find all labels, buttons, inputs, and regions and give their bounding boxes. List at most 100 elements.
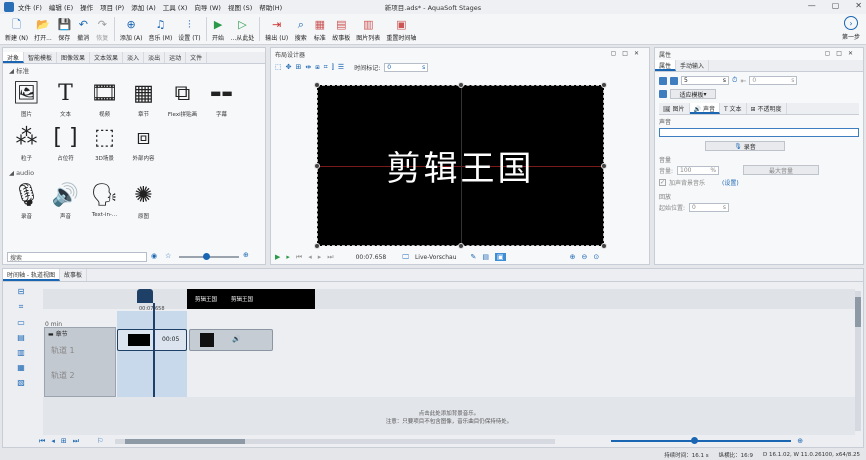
minimize-button[interactable]: —: [808, 1, 816, 10]
zoom-in-icon[interactable]: ⊕: [243, 251, 249, 259]
object-original-image[interactable]: ✺ 原图: [124, 180, 163, 224]
storyboard-button[interactable]: ▤ 故事板: [329, 14, 353, 44]
menu-view[interactable]: 视图 (S): [228, 2, 252, 12]
subtab-sound[interactable]: 🔊 声音: [689, 103, 720, 114]
expand-icon[interactable]: ⌗: [19, 302, 24, 312]
volume-input[interactable]: 100 %: [677, 165, 720, 175]
menu-wizard[interactable]: 向导 (W): [194, 2, 221, 12]
preview-mode[interactable]: Live-Vorschau: [415, 254, 457, 261]
maximize-button[interactable]: ▢: [832, 1, 840, 10]
redo-button[interactable]: ↷ 恢复: [93, 14, 112, 44]
star-icon[interactable]: ☆: [165, 252, 171, 260]
object-recording[interactable]: 🎙 录音: [7, 180, 46, 224]
tab-smart-templates[interactable]: 智能模板: [24, 52, 58, 63]
object-video[interactable]: 🎞 视频: [85, 78, 124, 122]
background-music-settings-link[interactable]: (设置): [722, 178, 739, 187]
zoom-slider[interactable]: [179, 253, 239, 260]
monitor-icon[interactable]: 🖵: [402, 253, 409, 262]
eye-icon[interactable]: ◉: [151, 252, 157, 260]
object-image[interactable]: 🖼 图片: [7, 78, 46, 122]
object-chapter[interactable]: ▦ 章节: [124, 78, 163, 122]
timeline-clip[interactable]: 🔊: [189, 329, 273, 351]
stage-canvas[interactable]: 剪辑王国: [314, 82, 607, 249]
max-volume-button[interactable]: 最大音量: [743, 165, 820, 175]
last-icon[interactable]: ⏭: [73, 437, 79, 446]
track-image-icon[interactable]: ▭: [17, 318, 25, 327]
first-icon[interactable]: ⏮: [39, 437, 45, 446]
resize-handle[interactable]: [314, 243, 320, 249]
image-list-button[interactable]: ▥ 图片列表: [353, 14, 383, 44]
objects-search-input[interactable]: 搜索: [7, 252, 147, 262]
subtab-image[interactable]: 🖼 图片: [659, 103, 690, 114]
object-sound[interactable]: 🔊 声音: [46, 180, 85, 224]
fit-mode-dropdown[interactable]: 适应模板 ▾: [670, 89, 716, 99]
undo-button[interactable]: ↶ 撤消: [74, 14, 93, 44]
object-3d-scene[interactable]: ⬚ 3D场景: [85, 122, 124, 166]
object-text-to-speech[interactable]: 🗣 Text-in-...: [85, 180, 124, 224]
timeline-clip[interactable]: 00:05: [117, 329, 187, 351]
duration-input[interactable]: 5 s: [681, 76, 729, 85]
subtab-text[interactable]: T 文本: [720, 103, 747, 114]
link-icon[interactable]: [670, 76, 678, 85]
save-button[interactable]: 💾 保存: [55, 14, 74, 44]
subtab-opacity[interactable]: ⊞ 不透明度: [747, 103, 787, 114]
close-button[interactable]: ✕: [855, 1, 862, 10]
menu-action[interactable]: 操作: [80, 2, 93, 12]
track-chapter-icon[interactable]: ▦: [17, 363, 25, 372]
fullscreen-icon[interactable]: ▣: [495, 253, 506, 261]
zoom-in-preview-icon[interactable]: ⊕: [570, 253, 576, 261]
menu-tools[interactable]: 工具 (X): [163, 2, 188, 12]
settings-button[interactable]: ⫶ 设置 (T): [175, 14, 203, 44]
time-marker-input[interactable]: 0 s: [384, 62, 429, 72]
open-button[interactable]: 📂 打开...: [31, 14, 55, 44]
menu-file[interactable]: 文件 (F): [18, 2, 42, 12]
sound-file-input[interactable]: [659, 128, 859, 137]
prev-frame-icon[interactable]: ◂: [308, 253, 312, 261]
crop-icon[interactable]: ⌗: [324, 63, 328, 72]
timeline-vertical-scrollbar[interactable]: [855, 291, 861, 431]
object-placeholder[interactable]: [ ] 占位符: [46, 122, 85, 166]
object-external-content[interactable]: ⧈ 外部内容: [124, 122, 163, 166]
new-button[interactable]: 🗋 新建 (N): [2, 14, 31, 44]
tab-fade-out[interactable]: 淡出: [144, 52, 166, 63]
resize-handle[interactable]: [458, 82, 464, 88]
zoom-out-preview-icon[interactable]: ⊖: [582, 253, 588, 261]
resize-handle[interactable]: [314, 82, 320, 88]
background-music-checkbox[interactable]: ✓: [659, 179, 666, 186]
duration-mode-icon[interactable]: [659, 76, 667, 85]
export-button[interactable]: ⇥ 输出 (U): [262, 14, 291, 44]
resize-handle[interactable]: [314, 163, 320, 169]
zoom-fit-icon[interactable]: ⊙: [593, 253, 599, 261]
object-flexi-collage[interactable]: ⧉ Flexi拼贴画: [163, 78, 202, 122]
app-icon[interactable]: [4, 2, 14, 12]
object-text[interactable]: T 文本: [46, 78, 85, 122]
resize-handle[interactable]: [601, 82, 607, 88]
section-audio[interactable]: ◢ audio: [3, 168, 265, 178]
tab-manual-input[interactable]: 手动输入: [676, 60, 710, 71]
layers-icon[interactable]: ▤: [482, 253, 489, 261]
resize-handle[interactable]: [458, 243, 464, 249]
menu-add[interactable]: 添加 (A): [131, 2, 156, 12]
menu-project[interactable]: 项目 (P): [100, 2, 124, 12]
menu-edit[interactable]: 编辑 (E): [49, 2, 73, 12]
timeline-horizontal-scrollbar[interactable]: [115, 438, 556, 444]
play-options-icon[interactable]: ▸: [286, 253, 290, 261]
play-preview-icon[interactable]: ▶: [275, 253, 280, 261]
standard-button[interactable]: ▦ 标准: [310, 14, 329, 44]
skip-end-icon[interactable]: ⏭: [327, 253, 333, 262]
play-from-here-button[interactable]: ▷ ...从此处: [228, 14, 258, 44]
marker-icon[interactable]: ⚐: [97, 437, 103, 445]
span-icon[interactable]: ⇤: [740, 77, 746, 85]
fit-timeline-icon[interactable]: ⊟: [18, 287, 25, 296]
snap-icon[interactable]: ⧆: [315, 63, 319, 72]
tab-storyboard[interactable]: 故事板: [60, 269, 87, 281]
offset-input[interactable]: 0 s: [749, 76, 798, 85]
guides-icon[interactable]: ⫿: [332, 63, 334, 72]
object-subtitle[interactable]: ▬▬ 字幕: [202, 78, 241, 122]
skip-start-icon[interactable]: ⏮: [296, 253, 302, 262]
prev-icon[interactable]: ◂: [51, 437, 55, 445]
list-icon[interactable]: ☰: [338, 63, 344, 71]
grid-icon[interactable]: ⊞: [296, 63, 302, 71]
effects-icon[interactable]: ✎: [471, 253, 477, 261]
background-music-track[interactable]: 点击此处添加背景音乐。 注意：只要项目不包含图像，音乐曲目仍保持待处。: [43, 397, 855, 435]
